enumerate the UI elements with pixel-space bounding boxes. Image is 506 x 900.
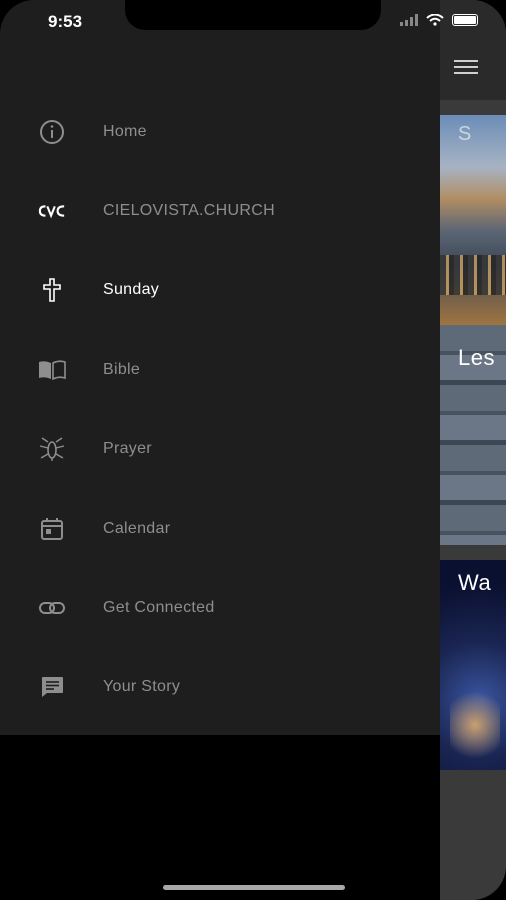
nav-item-calendar[interactable]: Calendar [0, 489, 440, 568]
main-content-peek[interactable]: S Les Wa [440, 0, 506, 900]
content-card-3[interactable]: Wa [440, 560, 506, 770]
content-card-2[interactable]: Les [440, 325, 506, 545]
status-time: 9:53 [48, 12, 83, 31]
city-skyline-image [440, 255, 506, 295]
content-card-1[interactable]: S [440, 115, 506, 325]
cellular-signal-icon [400, 14, 418, 26]
nav-item-prayer[interactable]: Prayer [0, 410, 440, 489]
app-screen: S Les Wa Home CIELOVISTA.CHURCH Sunday B… [0, 0, 506, 900]
nav-label-your-story: Your Story [103, 678, 181, 696]
info-icon [38, 118, 66, 146]
concert-image [450, 680, 500, 770]
nav-item-sunday[interactable]: Sunday [0, 251, 440, 330]
wifi-icon [426, 14, 444, 26]
nav-item-get-connected[interactable]: Get Connected [0, 568, 440, 647]
nav-item-your-story[interactable]: Your Story [0, 648, 440, 727]
battery-icon [452, 14, 478, 26]
status-bar: 9:53 [0, 0, 506, 44]
cvc-logo-icon [38, 197, 66, 225]
nav-item-cielovista-church[interactable]: CIELOVISTA.CHURCH [0, 171, 440, 250]
nav-label-sunday: Sunday [103, 281, 160, 299]
prayer-icon [38, 435, 66, 463]
nav-label-bible: Bible [103, 360, 141, 378]
card-title-1: S [458, 123, 472, 145]
nav-label-cielovista-church: CIELOVISTA.CHURCH [103, 202, 275, 220]
card-title-2: Les [458, 345, 495, 370]
navigation-drawer: Home CIELOVISTA.CHURCH Sunday Bible Pray… [0, 0, 440, 735]
nav-label-home: Home [103, 122, 147, 140]
link-icon [38, 594, 66, 622]
chat-icon [38, 673, 66, 701]
nav-item-home[interactable]: Home [0, 92, 440, 171]
book-icon [38, 356, 66, 384]
device-notch [125, 0, 381, 30]
calendar-icon [38, 515, 66, 543]
card-title-3: Wa [458, 570, 492, 595]
drawer-nav-list: Home CIELOVISTA.CHURCH Sunday Bible Pray… [0, 92, 440, 727]
system-icons [400, 14, 478, 26]
hamburger-menu-icon[interactable] [454, 60, 478, 76]
nav-item-bible[interactable]: Bible [0, 330, 440, 409]
nav-label-calendar: Calendar [103, 519, 171, 537]
nav-label-get-connected: Get Connected [103, 599, 215, 617]
home-indicator[interactable] [163, 885, 345, 890]
nav-label-prayer: Prayer [103, 440, 152, 458]
cross-icon [38, 276, 66, 304]
